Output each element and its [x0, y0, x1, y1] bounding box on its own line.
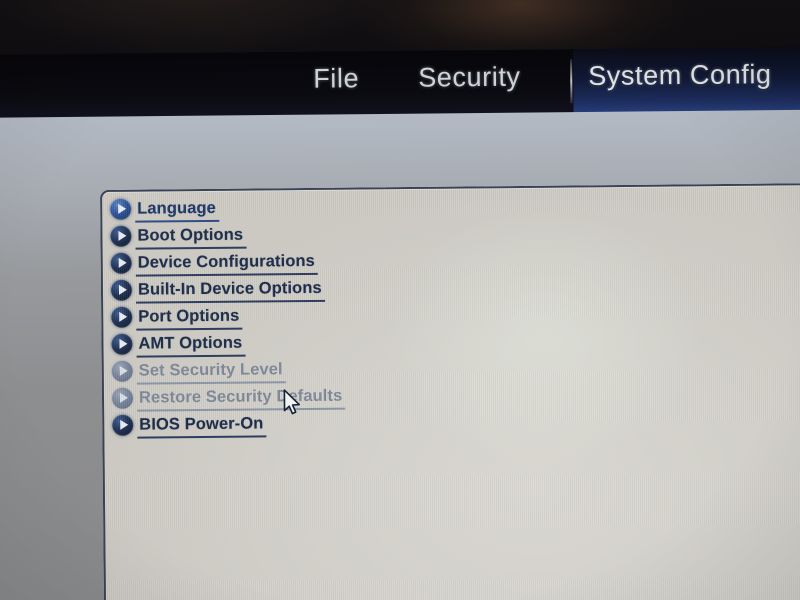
menu-item-label: Port Options: [138, 306, 240, 326]
play-circle-icon: [112, 414, 134, 436]
play-circle-icon: [111, 360, 133, 382]
menu-item-label: Restore Security Defaults: [138, 386, 343, 407]
menu-item-label: Boot Options: [137, 225, 244, 245]
menubar-separator: [570, 59, 573, 104]
menu-item-port-options[interactable]: Port Options: [111, 300, 531, 331]
system-config-panel: Language Boot Options Device Configurati…: [100, 182, 800, 600]
menubar-item-security[interactable]: Security: [418, 62, 521, 94]
menu-item-label: AMT Options: [138, 333, 243, 353]
menubar-item-file[interactable]: File: [313, 63, 359, 94]
menu-item-bios-power-on[interactable]: BIOS Power-On: [112, 408, 532, 439]
menu-item-language[interactable]: Language: [110, 192, 530, 223]
menu-item-boot-options[interactable]: Boot Options: [110, 219, 530, 250]
menu-item-label: Device Configurations: [137, 251, 315, 272]
menu-item-built-in-device-options[interactable]: Built-In Device Options: [110, 273, 531, 304]
menu-item-label: BIOS Power-On: [139, 413, 264, 434]
menubar-item-system-config[interactable]: System Config: [588, 59, 772, 92]
system-config-menu-list: Language Boot Options Device Configurati…: [110, 192, 532, 439]
menu-item-label: Built-In Device Options: [137, 278, 322, 299]
menu-item-device-configurations[interactable]: Device Configurations: [110, 246, 531, 277]
bios-setup-screen: File Security System Config Language Boo…: [0, 0, 800, 600]
play-circle-icon: [111, 387, 134, 409]
play-circle-icon: [110, 252, 132, 274]
play-circle-icon: [111, 333, 133, 355]
play-circle-icon: [111, 306, 133, 328]
play-circle-icon: [110, 279, 133, 301]
menu-item-label: Language: [137, 198, 216, 218]
menu-item-restore-security-defaults: Restore Security Defaults: [111, 381, 532, 412]
play-circle-icon: [110, 198, 132, 220]
menu-item-label: Set Security Level: [138, 359, 283, 380]
menu-item-amt-options[interactable]: AMT Options: [111, 327, 531, 358]
menu-item-set-security-level: Set Security Level: [111, 354, 532, 385]
play-circle-icon: [110, 225, 132, 247]
